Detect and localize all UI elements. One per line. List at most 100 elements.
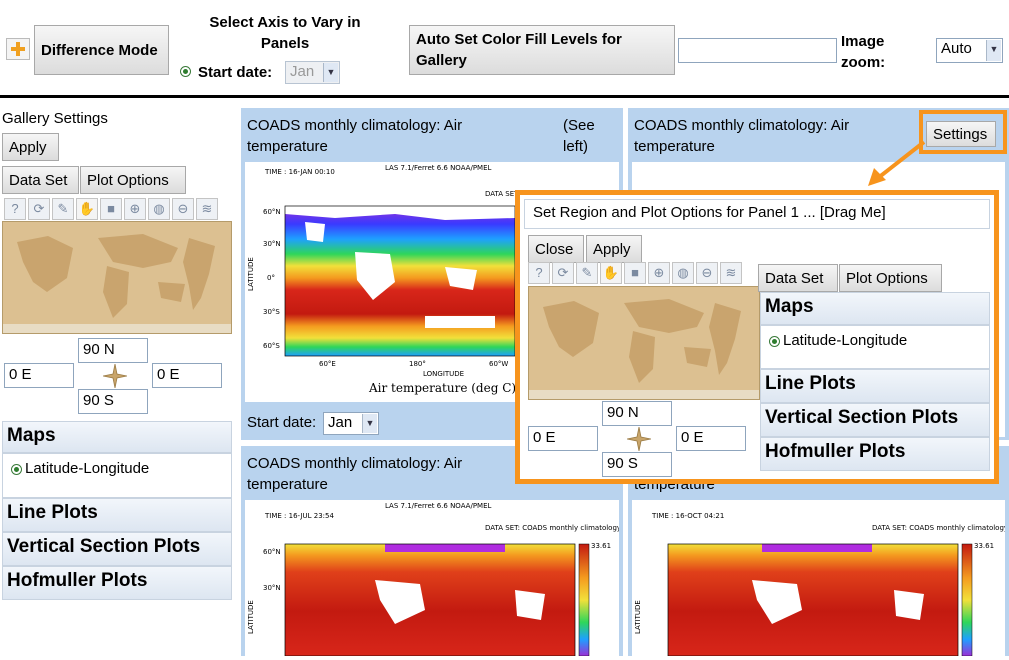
gallery-settings: Gallery Settings Apply Data Set Plot Opt… [0,101,236,656]
dialog-south-input[interactable]: 90 S [602,452,672,477]
dialog-hofmuller-header[interactable]: Hofmuller Plots [760,437,990,471]
line-plots-header[interactable]: Line Plots [2,498,232,532]
dialog-vertical-section-header[interactable]: Vertical Section Plots [760,403,990,437]
start-date-select[interactable]: Jan ▼ [285,61,340,84]
svg-text:DATA SET: COADS monthly climat: DATA SET: COADS monthly climatology [485,524,619,532]
gallery-settings-title: Gallery Settings [2,110,108,127]
svg-text:TIME : 16-JAN 00:10: TIME : 16-JAN 00:10 [264,168,335,176]
compass-icon [626,426,652,452]
difference-mode-button[interactable]: Difference Mode [34,25,169,75]
panel-2-title: COADS monthly climatology: Air temperatu… [634,117,850,155]
dialog-title-bar[interactable]: Set Region and Plot Options for Panel 1 … [524,199,990,229]
panel-4-plot[interactable]: TIME : 16-OCT 04:21 DATA SET: COADS mont… [632,500,1008,657]
dialog-map[interactable] [528,286,760,400]
svg-text:LATITUDE: LATITUDE [247,257,255,291]
svg-text:LATITUDE: LATITUDE [247,600,255,634]
chevron-down-icon: ▼ [323,63,338,82]
dialog-tab-plot-options[interactable]: Plot Options [839,264,942,292]
svg-text:180°: 180° [409,360,426,368]
dialog-east-input[interactable]: 0 E [676,426,746,451]
svg-text:LAS 7.1/Ferret 6.6 NOAA/PMEL: LAS 7.1/Ferret 6.6 NOAA/PMEL [385,164,492,172]
hand-icon[interactable]: ✋ [600,262,622,284]
svg-text:TIME : 16-JUL 23:54: TIME : 16-JUL 23:54 [264,512,334,520]
svg-text:60°N: 60°N [263,548,281,556]
panel-1-start-select[interactable]: Jan ▼ [323,412,379,435]
layers-icon[interactable]: ≋ [720,262,742,284]
image-zoom-select[interactable]: Auto ▼ [936,38,1003,63]
select-box-icon[interactable]: ■ [624,262,646,284]
svg-text:LONGITUDE: LONGITUDE [423,370,464,378]
svg-text:DATA SET: COADS monthly climat: DATA SET: COADS monthly climatology [872,524,1005,532]
auto-set-fill-button[interactable]: Auto Set Color Fill Levels for Gallery [409,25,675,75]
svg-text:0°: 0° [267,274,275,282]
globe-icon[interactable]: ◍ [148,198,170,220]
dialog-apply-button[interactable]: Apply [586,235,642,263]
west-input[interactable]: 0 E [4,363,74,388]
zoom-out-icon[interactable]: ⊖ [172,198,194,220]
start-date-label: Start date: [198,64,273,81]
top-toolbar: Difference Mode Select Axis to Vary in P… [0,0,1009,98]
svg-text:LATITUDE: LATITUDE [634,600,642,634]
svg-text:60°S: 60°S [263,342,280,350]
zoom-in-icon[interactable]: ⊕ [648,262,670,284]
reset-icon[interactable]: ⟳ [552,262,574,284]
panel-1-start-label: Start date: [247,414,317,431]
maps-section-body: Latitude-Longitude [2,453,232,498]
pan-icon[interactable]: ✎ [576,262,598,284]
chevron-down-icon: ▼ [986,40,1001,61]
south-input[interactable]: 90 S [78,389,148,414]
plot-xlabel: Air temperature (deg C) [368,381,516,395]
north-input[interactable]: 90 N [78,338,148,363]
panel-3-plot[interactable]: TIME : 16-JUL 23:54 LAS 7.1/Ferret 6.6 N… [245,500,621,657]
help-icon[interactable]: ? [528,262,550,284]
zoom-in-icon[interactable]: ⊕ [124,198,146,220]
start-date-radio[interactable] [180,62,194,79]
svg-text:30°N: 30°N [263,240,281,248]
plus-icon[interactable] [6,38,30,60]
pan-icon[interactable]: ✎ [52,198,74,220]
fill-levels-input[interactable] [678,38,837,63]
chevron-down-icon: ▼ [362,414,377,433]
reset-icon[interactable]: ⟳ [28,198,50,220]
highlight-arrow [860,140,930,190]
svg-text:60°N: 60°N [263,208,281,216]
dialog-north-input[interactable]: 90 N [602,401,672,426]
image-zoom-label: Image zoom: [841,33,886,71]
tab-data-set[interactable]: Data Set [2,166,79,194]
select-box-icon[interactable]: ■ [100,198,122,220]
dialog-map-toolbar: ? ⟳ ✎ ✋ ■ ⊕ ◍ ⊖ ≋ [528,262,768,284]
dialog-west-input[interactable]: 0 E [528,426,598,451]
select-axis-label: Select Axis to Vary in Panels [209,14,361,52]
svg-text:30°N: 30°N [263,584,281,592]
zoom-out-icon[interactable]: ⊖ [696,262,718,284]
vertical-section-header[interactable]: Vertical Section Plots [2,532,232,566]
svg-text:30°S: 30°S [263,308,280,316]
dialog-tab-data-set[interactable]: Data Set [758,264,838,292]
layers-icon[interactable]: ≋ [196,198,218,220]
dialog-lat-lon-option[interactable]: Latitude-Longitude [769,332,907,349]
compass-icon [102,363,128,389]
svg-text:33.61: 33.61 [974,542,994,550]
dialog-line-plots-header[interactable]: Line Plots [760,369,990,403]
gallery-map[interactable] [2,221,232,334]
map-toolbar: ? ⟳ ✎ ✋ ■ ⊕ ◍ ⊖ ≋ [4,198,232,220]
panel-3-title: COADS monthly climatology: Air temperatu… [247,455,463,493]
dialog-maps-header[interactable]: Maps [760,292,990,325]
hofmuller-header[interactable]: Hofmuller Plots [2,566,232,600]
panel-2-settings-button[interactable]: Settings [926,121,996,147]
svg-text:TIME : 16-OCT 04:21: TIME : 16-OCT 04:21 [651,512,724,520]
help-icon[interactable]: ? [4,198,26,220]
lat-lon-option[interactable]: Latitude-Longitude [11,460,149,477]
globe-icon[interactable]: ◍ [672,262,694,284]
dialog-close-button[interactable]: Close [528,235,584,263]
region-options-dialog: Set Region and Plot Options for Panel 1 … [515,190,999,484]
hand-icon[interactable]: ✋ [76,198,98,220]
panel-1-title: COADS monthly climatology: Air temperatu… [247,117,463,155]
gallery-apply-button[interactable]: Apply [2,133,59,161]
dialog-maps-body: Latitude-Longitude [760,325,990,369]
tab-plot-options[interactable]: Plot Options [80,166,186,194]
svg-text:33.61: 33.61 [591,542,611,550]
maps-section-header[interactable]: Maps [2,421,232,453]
east-input[interactable]: 0 E [152,363,222,388]
panel-1-see-left: (See left) [563,117,595,155]
